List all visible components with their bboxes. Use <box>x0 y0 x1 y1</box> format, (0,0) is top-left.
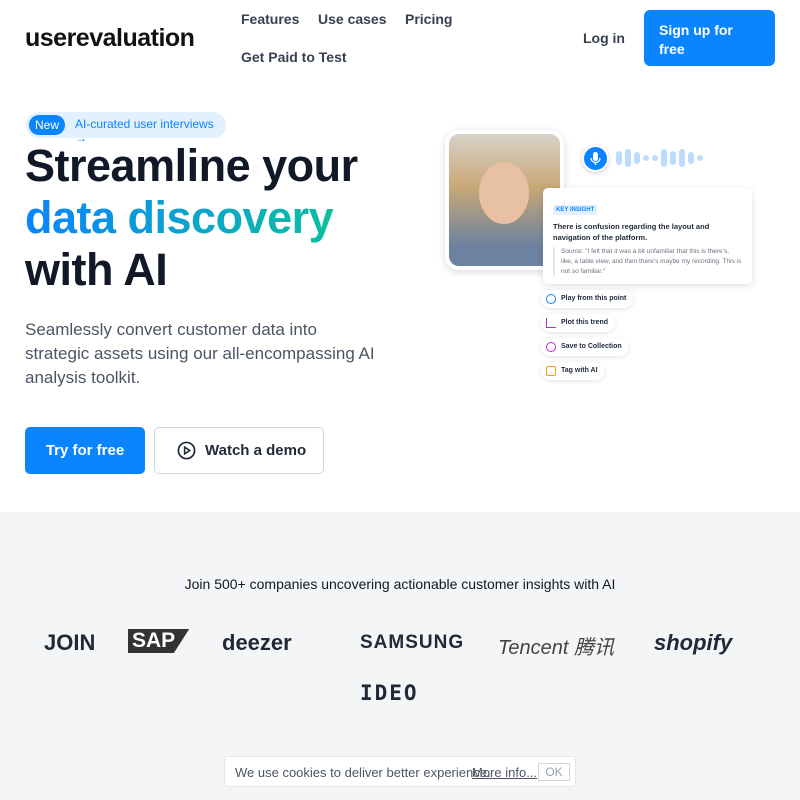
logo-ideo: IDEO <box>360 681 419 705</box>
hero-title: Streamline your data discovery with AI <box>25 140 358 296</box>
tag-icon <box>546 366 556 376</box>
nav-get-paid[interactable]: Get Paid to Test <box>241 49 347 65</box>
key-insight-card: KEY INSIGHT There is confusion regarding… <box>543 188 752 284</box>
play-circle-icon <box>177 441 196 460</box>
insight-tag: KEY INSIGHT <box>553 205 598 215</box>
login-link[interactable]: Log in <box>583 30 625 46</box>
logo-shopify: shopify <box>654 630 733 655</box>
trend-icon <box>546 318 556 328</box>
action-label: Plot this trend <box>561 319 609 326</box>
more-info-link[interactable]: More info... <box>472 765 537 780</box>
nav-use-cases[interactable]: Use cases <box>318 11 387 27</box>
microphone-icon <box>582 145 609 172</box>
hero-subtitle: Seamlessly convert customer data into st… <box>25 320 375 387</box>
logo-tencent: Tencent 腾讯 <box>498 637 614 659</box>
play-icon <box>546 294 556 304</box>
title-highlight: data discovery <box>25 192 334 243</box>
logo-join: JOIN <box>44 630 96 655</box>
title-line-1: Streamline your <box>25 140 358 191</box>
arrow-right-icon: → <box>659 60 673 76</box>
insight-quote: Source: "I felt that it was a bit unfami… <box>553 247 742 277</box>
logo[interactable]: userevaluation <box>25 24 195 53</box>
logos-heading: Join 500+ companies uncovering actionabl… <box>184 576 616 592</box>
watch-demo-button[interactable]: Watch a demo <box>154 427 324 474</box>
audio-waveform <box>616 147 703 169</box>
nav-pricing[interactable]: Pricing <box>405 11 452 27</box>
insight-text: There is confusion regarding the layout … <box>553 222 710 242</box>
action-label: Play from this point <box>561 295 627 302</box>
action-plot[interactable]: Plot this trend <box>541 314 616 332</box>
nav-features[interactable]: Features <box>241 11 299 27</box>
new-tag: New <box>29 115 65 135</box>
logo-deezer: deezer <box>222 630 292 655</box>
action-save[interactable]: Save to Collection <box>541 338 629 356</box>
title-line-3: with AI <box>25 244 168 295</box>
cookie-ok-button[interactable]: OK <box>538 763 570 781</box>
try-for-free-button[interactable]: Try for free <box>25 427 145 474</box>
cookie-text: We use cookies to deliver better experie… <box>235 765 491 780</box>
signup-label: Sign up for free <box>659 22 733 57</box>
logo-samsung: SAMSUNG <box>360 632 465 653</box>
watch-demo-label: Watch a demo <box>205 442 307 459</box>
action-play[interactable]: Play from this point <box>541 290 634 308</box>
announcement-badge[interactable]: New AI-curated user interviews → <box>26 112 226 145</box>
action-label: Tag with AI <box>561 367 598 374</box>
cookie-banner: We use cookies to deliver better experie… <box>224 756 576 787</box>
plus-circle-icon <box>546 342 556 352</box>
action-tag[interactable]: Tag with AI <box>541 362 605 380</box>
signup-button[interactable]: Sign up for free → <box>644 10 775 76</box>
action-label: Save to Collection <box>561 343 622 350</box>
